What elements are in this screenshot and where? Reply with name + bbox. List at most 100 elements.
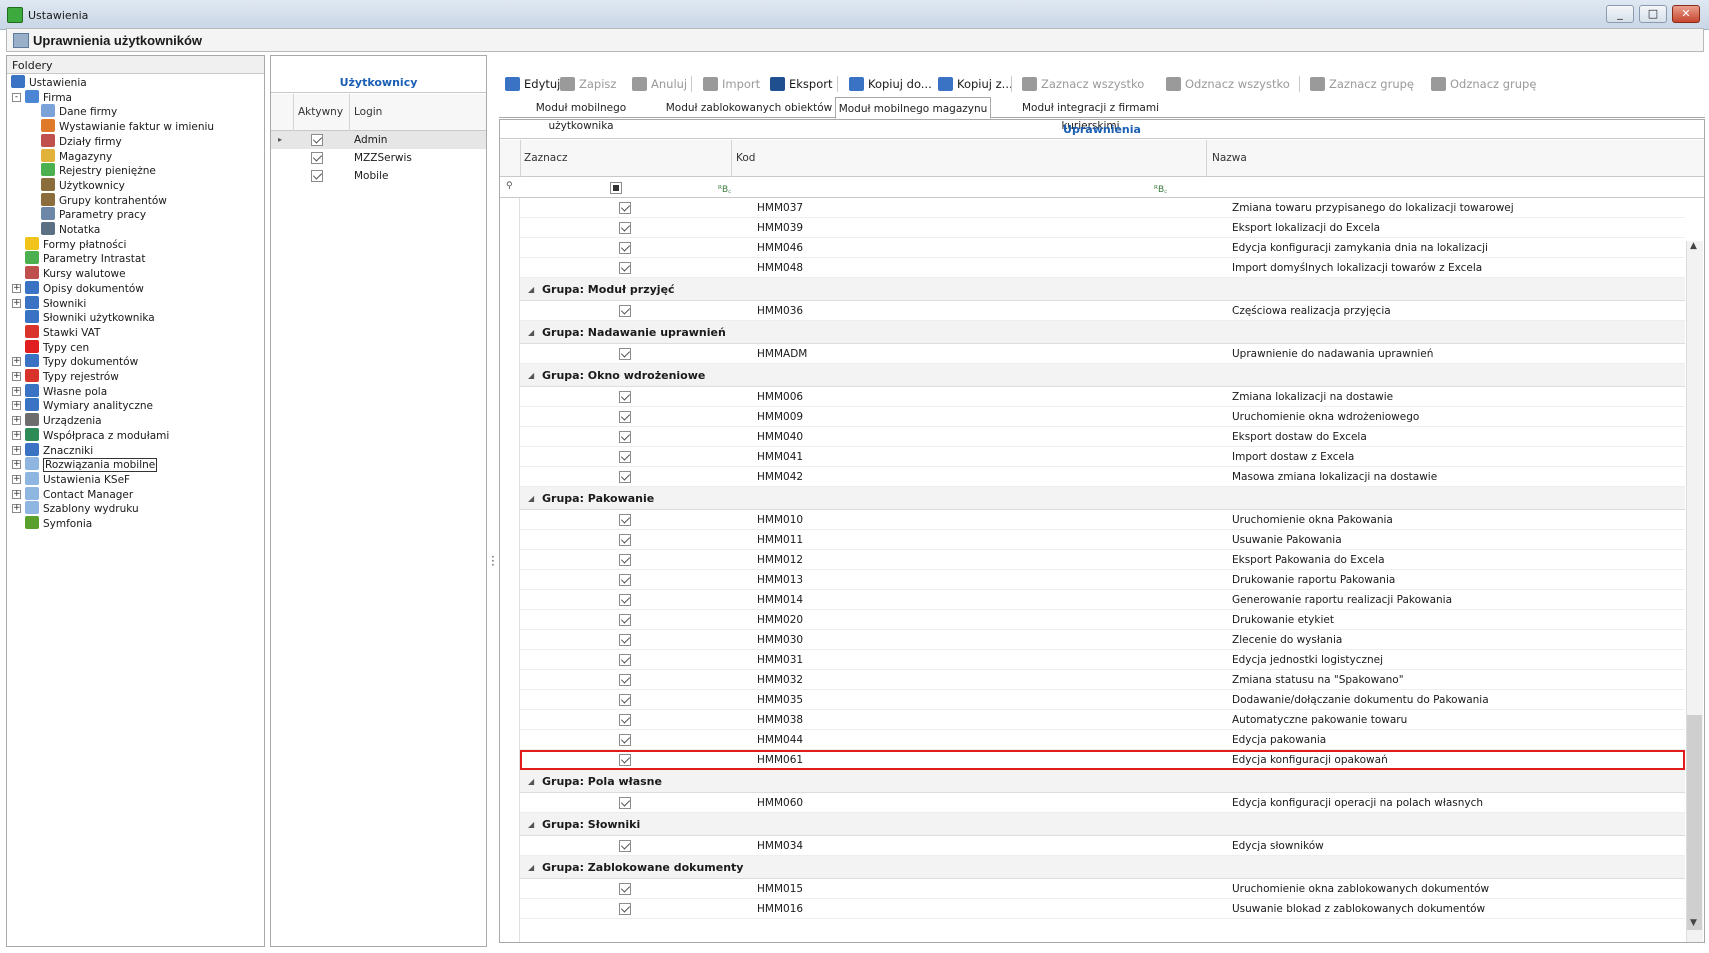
permission-row[interactable]: HMM035 Dodawanie/dołączanie dokumentu do … [520,690,1685,710]
permission-row[interactable]: HMM041 Import dostaw z Excela [520,447,1685,467]
tree-expander-icon[interactable]: + [12,357,21,367]
zaznacz-checkbox[interactable] [520,238,730,258]
tree-item[interactable]: Stawki VAT [25,324,100,341]
tree-item[interactable]: Notatka [41,222,100,238]
zaznacz-checkbox[interactable] [520,447,730,467]
toolbar-button-odznacz-grupę[interactable]: Odznacz grupę [1431,75,1536,93]
group-row[interactable]: ◢ Grupa: Pola własne [520,770,1685,793]
permission-row[interactable]: HMM010 Uruchomienie okna Pakowania [520,510,1685,530]
user-row[interactable]: ▸ Admin [271,131,486,149]
permission-row[interactable]: HMM046 Edycja konfiguracji zamykania dnia… [520,238,1685,258]
zaznacz-checkbox[interactable] [520,630,730,650]
user-row[interactable]: MZZSerwis [271,149,486,167]
zaznacz-checkbox[interactable] [520,550,730,570]
tree-expander-icon[interactable]: + [12,401,21,411]
tree-item[interactable]: Słowniki [25,295,86,312]
tree-item[interactable]: Ustawienia KSeF [25,471,130,488]
tree-expander-icon[interactable]: + [12,474,21,484]
collapse-arrow-icon[interactable]: ◢ [528,813,534,836]
zaznacz-checkbox[interactable] [520,750,730,770]
tree-item[interactable]: Urządzenia [25,413,102,429]
minimize-button[interactable]: _ [1606,5,1634,23]
tree-item[interactable]: Firma [25,89,72,106]
tree-expander-icon[interactable]: + [12,386,21,396]
tree-item[interactable]: Własne pola [25,383,107,400]
permission-row[interactable]: HMM036 Częściowa realizacja przyjęcia [520,301,1685,321]
tree-item[interactable]: Działy firmy [41,133,122,150]
tree-item[interactable]: Opisy dokumentów [25,280,144,297]
tree-expander-icon[interactable]: + [12,430,21,440]
permission-row[interactable]: HMM060 Edycja konfiguracji operacji na po… [520,793,1685,813]
column-login[interactable]: Login [354,106,382,118]
zaznacz-checkbox[interactable] [520,590,730,610]
collapse-arrow-icon[interactable]: ◢ [528,487,534,510]
zaznacz-checkbox[interactable] [520,530,730,550]
tree-item[interactable]: Wystawianie faktur w imieniu [41,119,214,135]
toolbar-button-kopiuj-do[interactable]: Kopiuj do... [849,75,932,93]
tree-item[interactable]: Typy cen [25,339,89,356]
middle-splitter[interactable]: · · · [487,55,499,947]
tree-item[interactable]: Formy płatności [25,236,126,253]
permission-row[interactable]: HMM038 Automatyczne pakowanie towaru [520,710,1685,730]
tree-item[interactable]: Parametry pracy [41,207,146,223]
tree-item[interactable]: Słowniki użytkownika [25,310,155,326]
zaznacz-checkbox[interactable] [520,836,730,856]
tree-item[interactable]: Typy rejestrów [25,369,119,385]
zaznacz-checkbox[interactable] [520,467,730,487]
tree-item[interactable]: Dane firmy [41,104,117,120]
maximize-button[interactable]: □ [1639,5,1667,23]
tree-item[interactable]: Wymiary analityczne [25,398,153,414]
close-button[interactable]: ✕ [1672,5,1700,23]
zaznacz-checkbox[interactable] [520,899,730,919]
tab-4[interactable]: Moduł integracji z firmami kurierskimi [992,99,1189,132]
permission-row[interactable]: HMM016 Usuwanie blokad z zablokowanych do… [520,899,1685,919]
permission-row[interactable]: HMM006 Zmiana lokalizacji na dostawie [520,387,1685,407]
collapse-arrow-icon[interactable]: ◢ [528,770,534,793]
toolbar-button-odznacz-wszystko[interactable]: Odznacz wszystko [1166,75,1290,93]
tree-item[interactable]: Magazyny [41,148,112,165]
toolbar-button-import[interactable]: Import [703,75,760,93]
group-row[interactable]: ◢ Grupa: Zablokowane dokumenty [520,856,1685,879]
zaznacz-checkbox[interactable] [520,387,730,407]
tree-expander-icon[interactable]: + [12,372,21,381]
zaznacz-checkbox[interactable] [520,510,730,530]
zaznacz-checkbox[interactable] [520,610,730,630]
tree-item[interactable]: Ustawienia [11,75,87,91]
tree-item[interactable]: Contact Manager [25,486,133,503]
zaznacz-checkbox[interactable] [520,793,730,813]
tree-item[interactable]: Parametry Intrastat [25,251,145,267]
permission-row[interactable]: HMM034 Edycja słowników [520,836,1685,856]
permission-row[interactable]: HMM009 Uruchomienie okna wdrożeniowego [520,407,1685,427]
tab-3[interactable]: Moduł mobilnego magazynu [835,97,991,119]
permission-row[interactable]: HMM032 Zmiana statusu na "Spakowano" [520,670,1685,690]
group-row[interactable]: ◢ Grupa: Okno wdrożeniowe [520,364,1685,387]
permission-row[interactable]: HMM031 Edycja jednostki logistycznej [520,650,1685,670]
toolbar-button-zaznacz-wszystko[interactable]: Zaznacz wszystko [1022,75,1144,93]
collapse-arrow-icon[interactable]: ◢ [528,364,534,387]
toolbar-button-zapisz[interactable]: Zapisz [560,75,616,93]
toolbar-button-zaznacz-grupę[interactable]: Zaznacz grupę [1310,75,1414,93]
tree-item[interactable]: Rozwiązania mobilne [25,457,158,473]
zaznacz-checkbox[interactable] [520,710,730,730]
tree-item[interactable]: Typy dokumentów [25,354,138,370]
tree-expander-icon[interactable]: + [12,416,21,426]
tree-item[interactable]: Użytkownicy [41,177,125,194]
filter-zaznacz-checkbox[interactable] [610,182,622,194]
zaznacz-checkbox[interactable] [520,690,730,710]
permission-row[interactable]: HMM044 Edycja pakowania [520,730,1685,750]
zaznacz-checkbox[interactable] [520,427,730,447]
permission-row[interactable]: HMM020 Drukowanie etykiet [520,610,1685,630]
tree-item[interactable]: Kursy walutowe [25,266,126,282]
collapse-arrow-icon[interactable]: ◢ [528,321,534,344]
zaznacz-checkbox[interactable] [520,218,730,238]
tree-item[interactable]: Rejestry pieniężne [41,163,156,179]
filter-kod-input[interactable]: ᴿB꜀ [718,182,731,195]
permission-row[interactable]: HMM061 Edycja konfiguracji opakowań [520,750,1685,770]
active-checkbox[interactable] [311,149,323,167]
toolbar-button-edytuj[interactable]: Edytuj [505,75,560,93]
permission-row[interactable]: HMM042 Masowa zmiana lokalizacji na dosta… [520,467,1685,487]
zaznacz-checkbox[interactable] [520,570,730,590]
tree-item[interactable]: Grupy kontrahentów [41,192,167,209]
tree-expander-icon[interactable]: + [12,489,21,499]
toolbar-button-anuluj[interactable]: Anuluj [632,75,687,93]
